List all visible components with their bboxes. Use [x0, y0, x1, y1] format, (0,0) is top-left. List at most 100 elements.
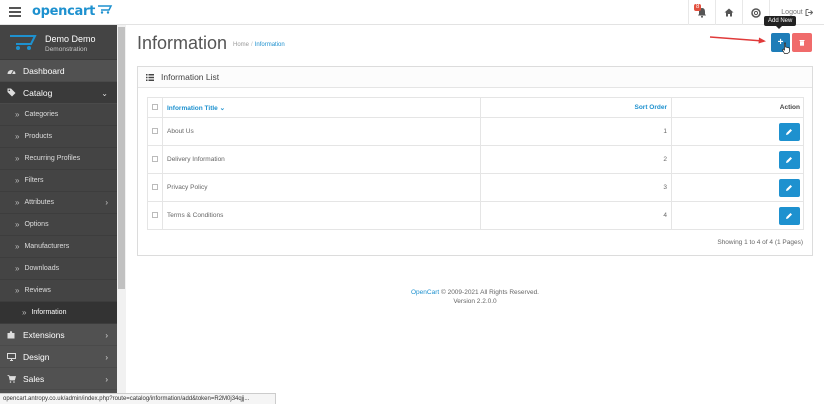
opencart-logo[interactable]: opencart: [32, 4, 113, 19]
breadcrumb: Home / Information: [233, 42, 285, 48]
desktop-icon: [7, 352, 16, 361]
list-icon: [146, 73, 154, 81]
sidebar-subitem-recurring-profiles[interactable]: » Recurring Profiles: [0, 148, 117, 170]
footer-copyright: © 2009-2021 All Rights Reserved.: [439, 289, 539, 296]
sidebar-subitem-attributes[interactable]: » Attributes ›: [0, 192, 117, 214]
column-action: Action: [671, 97, 804, 118]
home-button[interactable]: [715, 0, 742, 25]
row-title: About Us: [162, 117, 481, 146]
row-checkbox[interactable]: [152, 183, 158, 190]
row-title: Terms & Conditions: [162, 201, 481, 230]
dashboard-icon: [7, 66, 16, 75]
life-ring-icon: [751, 7, 761, 18]
avatar: [10, 35, 37, 50]
home-icon: [724, 8, 734, 17]
add-new-tooltip: Add New: [764, 16, 797, 29]
chevron-right-icon: ›: [105, 375, 108, 384]
breadcrumb-information[interactable]: Information: [255, 42, 285, 48]
table-row: Terms & Conditions 4: [147, 201, 804, 230]
row-title: Delivery Information: [162, 145, 481, 174]
sidebar-item-sales[interactable]: Sales ›: [0, 368, 117, 390]
column-sort-order[interactable]: Sort Order: [480, 97, 672, 118]
pencil-icon: [786, 184, 792, 191]
double-angle-icon: »: [15, 264, 20, 273]
edit-button[interactable]: [779, 178, 800, 197]
profile-role: Demonstration: [45, 46, 88, 53]
edit-button[interactable]: [779, 206, 800, 225]
tags-icon: [7, 88, 16, 97]
row-sort-order: 3: [480, 173, 672, 202]
row-sort-order: 2: [480, 145, 672, 174]
red-arrow-annotation: [709, 36, 766, 44]
puzzle-icon: [7, 330, 16, 339]
sidebar-item-design[interactable]: Design ›: [0, 346, 117, 368]
sidebar-item-dashboard[interactable]: Dashboard: [0, 60, 117, 82]
sidebar-subitem-reviews[interactable]: » Reviews: [0, 280, 117, 302]
sidebar-subitem-products[interactable]: » Products: [0, 126, 117, 148]
edit-button[interactable]: [779, 150, 800, 169]
user-profile[interactable]: Demo Demo Demonstration: [0, 25, 117, 60]
chevron-right-icon: ›: [105, 198, 108, 207]
row-sort-order: 4: [480, 201, 672, 230]
row-checkbox[interactable]: [152, 211, 158, 218]
notification-badge: 8: [694, 4, 702, 11]
row-checkbox[interactable]: [152, 127, 158, 134]
footer-version: Version 2.2.0.0: [453, 298, 497, 305]
pencil-icon: [786, 128, 792, 135]
table-row: Delivery Information 2: [147, 145, 804, 174]
top-header: opencart 8 Logout: [0, 0, 824, 25]
double-angle-icon: »: [15, 132, 20, 141]
pagination-results-text: Showing 1 to 4 of 4 (1 Pages): [717, 239, 803, 246]
chevron-right-icon: ›: [105, 331, 108, 340]
row-title: Privacy Policy: [162, 173, 481, 202]
double-angle-icon: »: [22, 308, 27, 317]
sidebar-subitem-information[interactable]: » Information: [0, 302, 117, 324]
select-all-checkbox[interactable]: [152, 103, 158, 110]
sidebar-scrollbar[interactable]: [117, 25, 126, 393]
information-table: Information Title ⌄ Sort Order Action Ab…: [147, 97, 804, 230]
double-angle-icon: »: [15, 286, 20, 295]
double-angle-icon: »: [15, 242, 20, 251]
breadcrumb-home[interactable]: Home: [233, 42, 249, 48]
panel-heading: Information List: [138, 67, 812, 88]
delete-button[interactable]: [792, 33, 812, 52]
main-content: Information Home / Information Add New + I…: [126, 16, 824, 393]
table-row: About Us 1: [147, 117, 804, 146]
sort-caret-icon: ⌄: [219, 104, 226, 112]
sidebar-subitem-categories[interactable]: » Categories: [0, 104, 117, 126]
chevron-down-icon: ⌄: [101, 89, 108, 98]
sidebar: Demo Demo Demonstration Dashboard Catalo…: [0, 25, 117, 393]
sidebar-subitem-downloads[interactable]: » Downloads: [0, 258, 117, 280]
cart-icon: [7, 374, 16, 383]
sidebar-item-catalog[interactable]: Catalog ⌄: [0, 82, 117, 104]
page-footer: OpenCart © 2009-2021 All Rights Reserved…: [126, 288, 824, 306]
double-angle-icon: »: [15, 154, 20, 163]
double-angle-icon: »: [15, 198, 20, 207]
chevron-right-icon: ›: [105, 353, 108, 362]
double-angle-icon: »: [15, 176, 20, 185]
table-row: Privacy Policy 3: [147, 173, 804, 202]
logo-cart-icon: [98, 5, 113, 14]
double-angle-icon: »: [15, 110, 20, 119]
scrollbar-thumb[interactable]: [118, 27, 125, 289]
sidebar-item-extensions[interactable]: Extensions ›: [0, 324, 117, 346]
pencil-icon: [786, 212, 792, 219]
browser-status-bar: opencart.antropy.co.uk/admin/index.php?r…: [0, 393, 276, 404]
sidebar-subitem-manufacturers[interactable]: » Manufacturers: [0, 236, 117, 258]
sidebar-subitem-filters[interactable]: » Filters: [0, 170, 117, 192]
menu-toggle-icon[interactable]: [9, 7, 21, 17]
opencart-footer-link[interactable]: OpenCart: [411, 289, 439, 296]
row-checkbox[interactable]: [152, 155, 158, 162]
trash-icon: [799, 40, 805, 46]
table-header-row: Information Title ⌄ Sort Order Action: [147, 97, 804, 118]
hand-cursor-icon: [782, 42, 790, 54]
column-information-title[interactable]: Information Title ⌄: [162, 97, 481, 118]
notifications-button[interactable]: 8: [688, 0, 715, 25]
sign-out-icon: [805, 9, 813, 16]
edit-button[interactable]: [779, 122, 800, 141]
sidebar-subitem-options[interactable]: » Options: [0, 214, 117, 236]
row-sort-order: 1: [480, 117, 672, 146]
panel-title: Information List: [161, 72, 220, 82]
profile-name: Demo Demo: [45, 34, 96, 44]
pencil-icon: [786, 156, 792, 163]
